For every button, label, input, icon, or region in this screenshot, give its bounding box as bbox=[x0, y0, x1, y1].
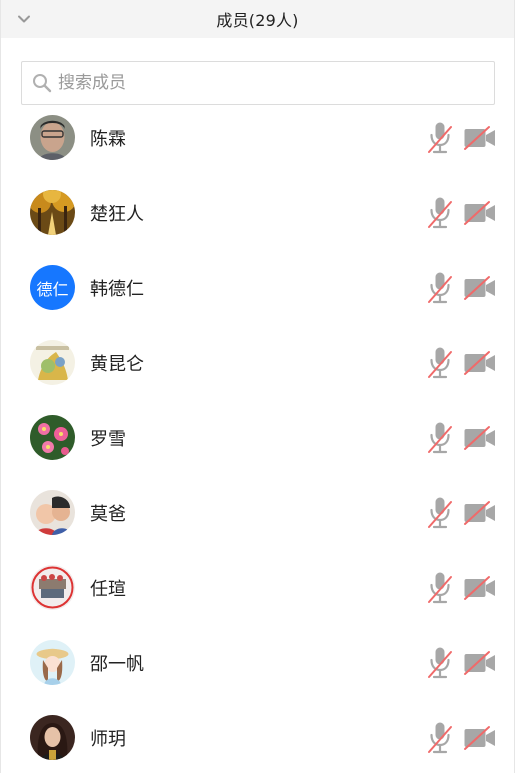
member-name: 莫爸 bbox=[90, 504, 126, 525]
chevron-down-icon bbox=[18, 15, 30, 23]
camera-off-icon[interactable] bbox=[463, 574, 497, 602]
member-row[interactable]: 楚狂人 bbox=[1, 183, 514, 258]
member-search-box[interactable] bbox=[21, 61, 495, 105]
mic-muted-icon[interactable] bbox=[427, 496, 453, 530]
member-name: 师玥 bbox=[90, 729, 126, 750]
mic-muted-icon[interactable] bbox=[427, 196, 453, 230]
camera-off-icon[interactable] bbox=[463, 424, 497, 452]
camera-off-icon[interactable] bbox=[463, 349, 497, 377]
member-avatar bbox=[30, 715, 75, 760]
member-name: 任瑄 bbox=[90, 579, 126, 600]
mic-muted-icon[interactable] bbox=[427, 571, 453, 605]
member-row[interactable]: 任瑄 bbox=[1, 558, 514, 633]
member-avatar bbox=[30, 490, 75, 535]
member-row[interactable]: 德仁 韩德仁 bbox=[1, 258, 514, 333]
member-name: 邵一帆 bbox=[90, 654, 144, 675]
member-name: 黄昆仑 bbox=[90, 354, 144, 375]
member-avatar: 德仁 bbox=[30, 265, 75, 310]
members-title: 成员(29人) bbox=[216, 11, 299, 30]
search-icon bbox=[32, 73, 52, 93]
mic-muted-icon[interactable] bbox=[427, 271, 453, 305]
member-avatar bbox=[30, 115, 75, 160]
mic-muted-icon[interactable] bbox=[427, 346, 453, 380]
member-row[interactable]: 师玥 bbox=[1, 708, 514, 773]
member-avatar bbox=[30, 340, 75, 385]
member-name: 陈霖 bbox=[90, 129, 126, 150]
mic-muted-icon[interactable] bbox=[427, 421, 453, 455]
camera-off-icon[interactable] bbox=[463, 274, 497, 302]
members-panel: 成员(29人) 陈霖 楚狂人 bbox=[0, 0, 515, 773]
member-avatar bbox=[30, 190, 75, 235]
member-name: 楚狂人 bbox=[90, 204, 144, 225]
member-row[interactable]: 莫爸 bbox=[1, 483, 514, 558]
member-row[interactable]: 邵一帆 bbox=[1, 633, 514, 708]
camera-off-icon[interactable] bbox=[463, 124, 497, 152]
search-input[interactable] bbox=[56, 72, 480, 94]
member-avatar bbox=[30, 640, 75, 685]
mic-muted-icon[interactable] bbox=[427, 646, 453, 680]
camera-off-icon[interactable] bbox=[463, 649, 497, 677]
mic-muted-icon[interactable] bbox=[427, 121, 453, 155]
camera-off-icon[interactable] bbox=[463, 499, 497, 527]
avatar-text: 德仁 bbox=[36, 279, 69, 299]
camera-off-icon[interactable] bbox=[463, 724, 497, 752]
member-row[interactable]: 黄昆仑 bbox=[1, 333, 514, 408]
member-avatar bbox=[30, 415, 75, 460]
mic-muted-icon[interactable] bbox=[427, 721, 453, 755]
member-row[interactable]: 陈霖 bbox=[1, 108, 514, 183]
member-name: 罗雪 bbox=[90, 429, 126, 450]
member-avatar bbox=[30, 565, 75, 610]
camera-off-icon[interactable] bbox=[463, 199, 497, 227]
member-list: 陈霖 楚狂人 德仁 韩德仁 黄昆仑 罗雪 莫爸 任瑄 邵一帆 师玥 bbox=[1, 108, 514, 773]
members-header: 成员(29人) bbox=[1, 0, 514, 38]
member-row[interactable]: 罗雪 bbox=[1, 408, 514, 483]
member-name: 韩德仁 bbox=[90, 279, 144, 300]
collapse-button[interactable] bbox=[15, 10, 33, 28]
